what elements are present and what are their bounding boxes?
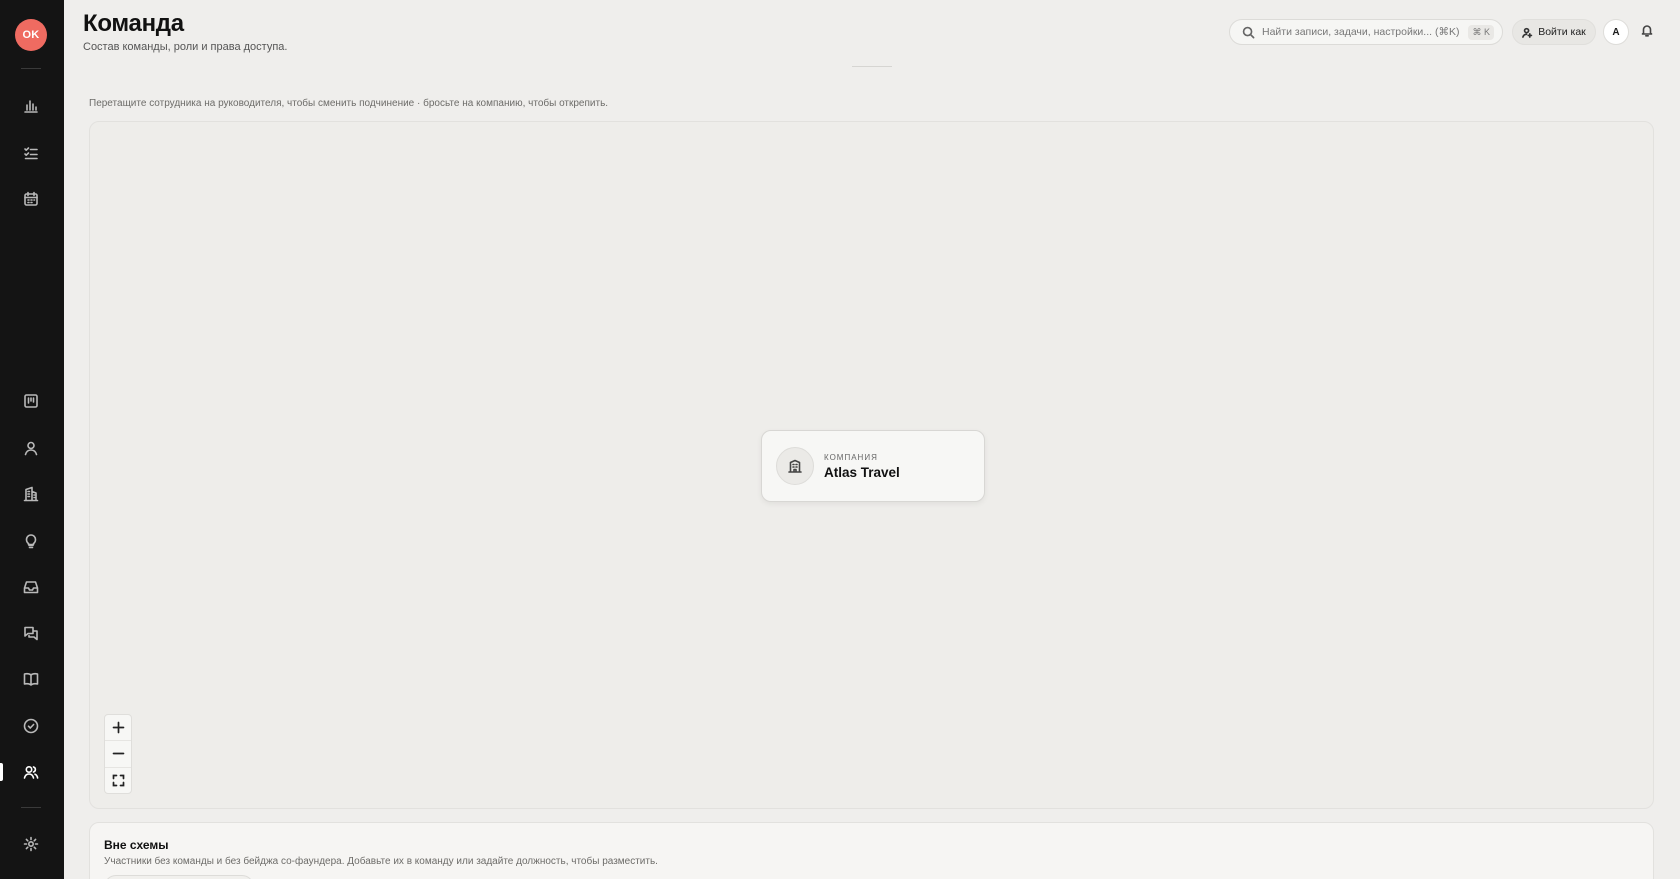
user-switch-icon xyxy=(1522,27,1533,38)
off-scheme-member-chip[interactable] xyxy=(104,875,254,879)
user-avatar[interactable]: OK xyxy=(15,19,47,51)
sidebar-divider xyxy=(21,68,41,69)
zoom-out-button[interactable] xyxy=(105,741,131,768)
page-subtitle: Состав команды, роли и права доступа. xyxy=(83,41,288,53)
book-icon[interactable] xyxy=(20,668,42,690)
sidebar-divider xyxy=(21,807,41,808)
fit-view-button[interactable] xyxy=(105,768,131,793)
company-node-name: Atlas Travel xyxy=(824,464,900,480)
fullscreen-icon xyxy=(112,774,124,787)
off-scheme-title: Вне схемы xyxy=(104,838,169,852)
user-menu-avatar[interactable]: A xyxy=(1603,19,1629,45)
building-icon[interactable] xyxy=(20,483,42,505)
login-as-button[interactable]: Войти как xyxy=(1512,19,1596,45)
drag-hint: Перетащите сотрудника на руководителя, ч… xyxy=(89,98,609,109)
login-as-label: Войти как xyxy=(1538,26,1586,38)
active-indicator xyxy=(0,763,3,781)
inbox-icon[interactable] xyxy=(20,576,42,598)
zoom-controls xyxy=(104,714,132,794)
search-bar[interactable]: ⌘ K xyxy=(1229,19,1503,45)
user-icon[interactable] xyxy=(20,437,42,459)
notifications-button[interactable] xyxy=(1640,23,1656,39)
plus-icon xyxy=(112,721,124,734)
org-chart-canvas[interactable]: Компания Atlas Travel xyxy=(89,121,1654,809)
building-icon xyxy=(776,447,814,485)
search-input[interactable] xyxy=(1262,26,1462,38)
chat-icon[interactable] xyxy=(20,622,42,644)
off-scheme-panel: Вне схемы Участники без команды и без бе… xyxy=(89,822,1654,879)
minus-icon xyxy=(112,753,124,755)
company-node-kind: Компания xyxy=(824,452,878,462)
bell-icon xyxy=(1641,25,1653,37)
check-circle-icon[interactable] xyxy=(20,715,42,737)
header-divider xyxy=(852,66,892,67)
company-node[interactable]: Компания Atlas Travel xyxy=(761,430,985,502)
sidebar: OK xyxy=(0,0,64,879)
calendar-icon[interactable] xyxy=(20,188,42,210)
chart-icon[interactable] xyxy=(20,95,42,117)
search-shortcut-badge: ⌘ K xyxy=(1468,24,1494,40)
team-icon[interactable] xyxy=(20,761,42,783)
page-title: Команда xyxy=(83,10,184,37)
search-icon xyxy=(1242,26,1255,38)
lightbulb-icon[interactable] xyxy=(20,530,42,552)
zoom-in-button[interactable] xyxy=(105,715,131,742)
board-icon[interactable] xyxy=(20,390,42,412)
off-scheme-description: Участники без команды и без бейджа со-фа… xyxy=(104,856,658,867)
tasks-icon[interactable] xyxy=(20,142,42,164)
company-node-text: Компания Atlas Travel xyxy=(824,453,900,480)
settings-icon[interactable] xyxy=(20,833,42,855)
